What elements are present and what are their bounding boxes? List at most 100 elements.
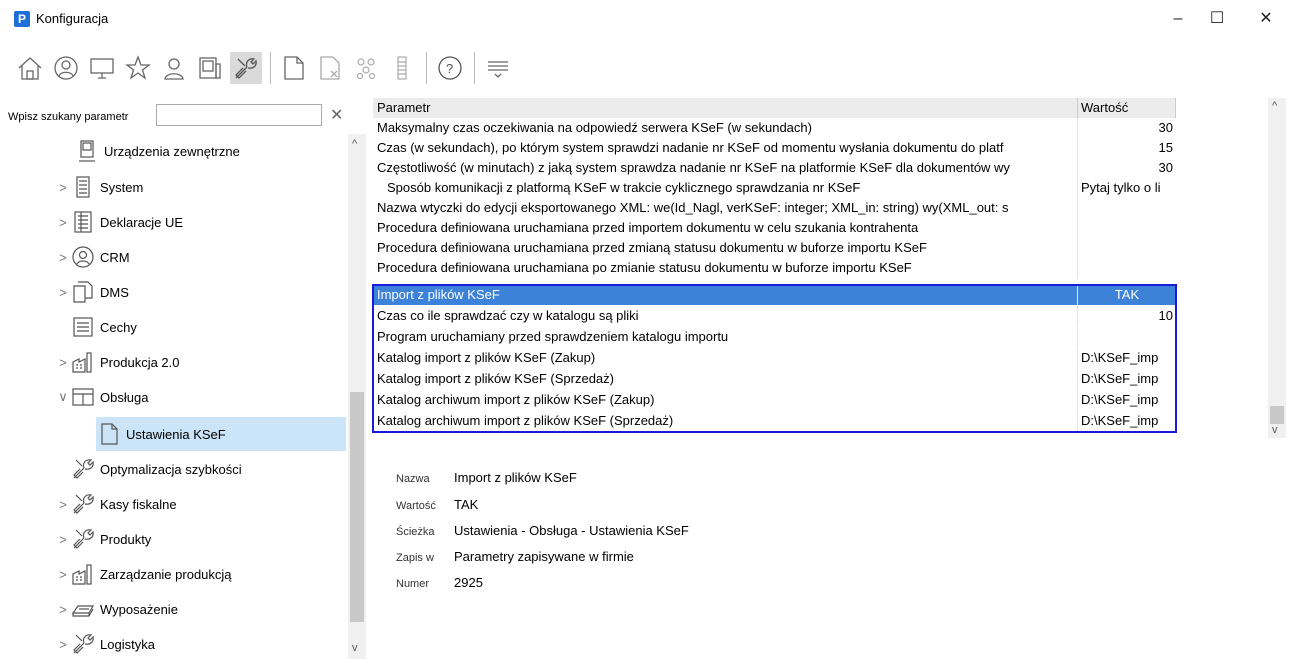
- detail-value: Import z plików KSeF: [454, 470, 577, 485]
- column-header-value[interactable]: Wartość: [1078, 98, 1176, 118]
- tree-item-urzadzenia[interactable]: Urządzenia zewnętrzne: [60, 134, 346, 168]
- table-row[interactable]: Częstotliwość (w minutach) z jaką system…: [373, 158, 1176, 178]
- detail-label: Numer: [396, 578, 430, 590]
- clear-search-icon[interactable]: ✕: [330, 105, 343, 125]
- search-input[interactable]: [156, 104, 322, 126]
- value-cell: 10: [1158, 308, 1173, 323]
- monitor-icon[interactable]: [86, 52, 118, 84]
- param-cell: Procedura definiowana uruchamiana przed …: [373, 238, 1078, 258]
- column-header-param[interactable]: Parametr: [373, 98, 1078, 118]
- value-cell: [1078, 258, 1176, 278]
- documents-icon: [70, 279, 96, 305]
- tree-item-kasy[interactable]: > Kasy fiskalne: [56, 487, 346, 521]
- svg-text:?: ?: [446, 61, 453, 76]
- document-icon[interactable]: [278, 52, 310, 84]
- table-row[interactable]: Nazwa wtyczki do edycji eksportowanego X…: [373, 198, 1176, 218]
- expander[interactable]: >: [56, 497, 70, 512]
- table-row[interactable]: Procedura definiowana uruchamiana po zmi…: [373, 258, 1176, 278]
- keyboard-icon: [70, 596, 96, 622]
- tree-item-wyposazenie[interactable]: > Wyposażenie: [56, 592, 346, 626]
- user-icon[interactable]: [158, 52, 190, 84]
- expander[interactable]: >: [56, 602, 70, 617]
- value-cell: 15: [1158, 140, 1173, 155]
- tree-item-crm[interactable]: > CRM: [56, 240, 346, 274]
- table-row[interactable]: Maksymalny czas oczekiwania na odpowiedź…: [373, 118, 1176, 138]
- expander[interactable]: >: [56, 285, 70, 300]
- table-row[interactable]: Procedura definiowana uruchamiana przed …: [373, 238, 1176, 258]
- device-icon: [74, 138, 100, 164]
- search-label: Wpisz szukany parametr: [8, 111, 129, 123]
- tree-item-cechy[interactable]: Cechy: [56, 310, 346, 344]
- minimize-icon[interactable]: –: [1163, 8, 1193, 30]
- table-row[interactable]: Katalog import z plików KSeF (Sprzedaż) D…: [373, 369, 1176, 389]
- star-icon[interactable]: [122, 52, 154, 84]
- app-icon: P: [14, 11, 30, 27]
- tree-item-optymalizacja[interactable]: Optymalizacja szybkości: [56, 452, 346, 486]
- table-row-selected[interactable]: Import z plików KSeF TAK: [373, 285, 1176, 305]
- param-cell: Katalog import z plików KSeF (Sprzedaż): [373, 369, 1078, 389]
- maximize-icon[interactable]: ☐: [1202, 8, 1232, 30]
- scrollbar-thumb[interactable]: [350, 392, 364, 622]
- left-panel: Wpisz szukany parametr ✕ Urządzenia zewn…: [0, 98, 367, 659]
- value-cell: [1078, 198, 1176, 218]
- expander[interactable]: >: [56, 637, 70, 652]
- expander[interactable]: >: [56, 355, 70, 370]
- tools-icon[interactable]: [230, 52, 262, 84]
- detail-value: Ustawienia - Obsługa - Ustawienia KSeF: [454, 523, 689, 538]
- device-icon[interactable]: [194, 52, 226, 84]
- table-row[interactable]: Katalog import z plików KSeF (Zakup) D:\K…: [373, 348, 1176, 368]
- user-circle-icon: [70, 244, 96, 270]
- tree-item-label: Optymalizacja szybkości: [100, 461, 242, 477]
- tree-item-produkty[interactable]: > Produkty: [56, 522, 346, 556]
- tree-scrollbar[interactable]: ^ v: [348, 134, 366, 659]
- scroll-up-icon[interactable]: ^: [1272, 100, 1277, 112]
- param-cell: Nazwa wtyczki do edycji eksportowanego X…: [373, 198, 1078, 218]
- scroll-down-icon[interactable]: v: [1272, 424, 1278, 436]
- close-icon[interactable]: ✕: [1251, 8, 1281, 30]
- param-cell: Katalog archiwum import z plików KSeF (S…: [373, 411, 1078, 431]
- scroll-down-icon[interactable]: v: [352, 642, 358, 654]
- user-circle-icon[interactable]: [50, 52, 82, 84]
- expander[interactable]: >: [56, 532, 70, 547]
- expander[interactable]: >: [56, 215, 70, 230]
- filter-icon[interactable]: [482, 52, 514, 84]
- value-cell: 30: [1158, 160, 1173, 175]
- tools-icon: [70, 631, 96, 657]
- expander[interactable]: >: [56, 567, 70, 582]
- document-delete-icon[interactable]: [314, 52, 346, 84]
- text-lines-icon: [70, 314, 96, 340]
- table-row[interactable]: Sposób komunikacji z platformą KSeF w tr…: [373, 178, 1176, 198]
- tree-item-label: Deklaracje UE: [100, 214, 184, 230]
- table-row[interactable]: Katalog archiwum import z plików KSeF (Z…: [373, 390, 1176, 410]
- tree-item-ustawienia-ksef[interactable]: Ustawienia KSeF: [96, 417, 346, 451]
- tools-icon: [70, 456, 96, 482]
- tree-item-label: Produkty: [100, 531, 152, 547]
- list-icon[interactable]: [386, 52, 418, 84]
- tree-item-produkcja[interactable]: > Produkcja 2.0: [56, 345, 346, 379]
- expander[interactable]: >: [56, 250, 70, 265]
- scroll-up-icon[interactable]: ^: [352, 138, 357, 150]
- detail-label: Zapis w: [396, 552, 434, 564]
- tree-item-obsluga[interactable]: ∨ Obsługa: [56, 380, 346, 414]
- tree-item-zarzadzanie[interactable]: > Zarządzanie produkcją: [56, 557, 346, 591]
- tree-item-dms[interactable]: > DMS: [56, 275, 346, 309]
- param-cell: Katalog archiwum import z plików KSeF (Z…: [373, 390, 1078, 410]
- title-bar: P Konfiguracja – ☐ ✕: [0, 0, 1289, 38]
- tree-item-system[interactable]: > System: [56, 170, 346, 204]
- expander[interactable]: >: [56, 180, 70, 195]
- table-row[interactable]: Czas co ile sprawdzać czy w katalogu są …: [373, 306, 1176, 326]
- people-group-icon[interactable]: [350, 52, 382, 84]
- table-row[interactable]: Katalog archiwum import z plików KSeF (S…: [373, 411, 1176, 431]
- help-icon[interactable]: ?: [434, 52, 466, 84]
- tree-item-deklaracje[interactable]: > Deklaracje UE: [56, 205, 346, 239]
- grid-scrollbar[interactable]: ^ v: [1268, 98, 1286, 438]
- table-row[interactable]: Czas (w sekundach), po którym system spr…: [373, 138, 1176, 158]
- table-row[interactable]: Program uruchamiany przed sprawdzeniem k…: [373, 327, 1176, 347]
- tree-item-logistyka[interactable]: > Logistyka: [56, 627, 346, 659]
- value-cell: 30: [1158, 120, 1173, 135]
- tree-item-label: Wyposażenie: [100, 601, 178, 617]
- scrollbar-thumb[interactable]: [1270, 406, 1284, 424]
- table-row[interactable]: Procedura definiowana uruchamiana przed …: [373, 218, 1176, 238]
- home-icon[interactable]: [14, 52, 46, 84]
- expander[interactable]: ∨: [56, 389, 70, 405]
